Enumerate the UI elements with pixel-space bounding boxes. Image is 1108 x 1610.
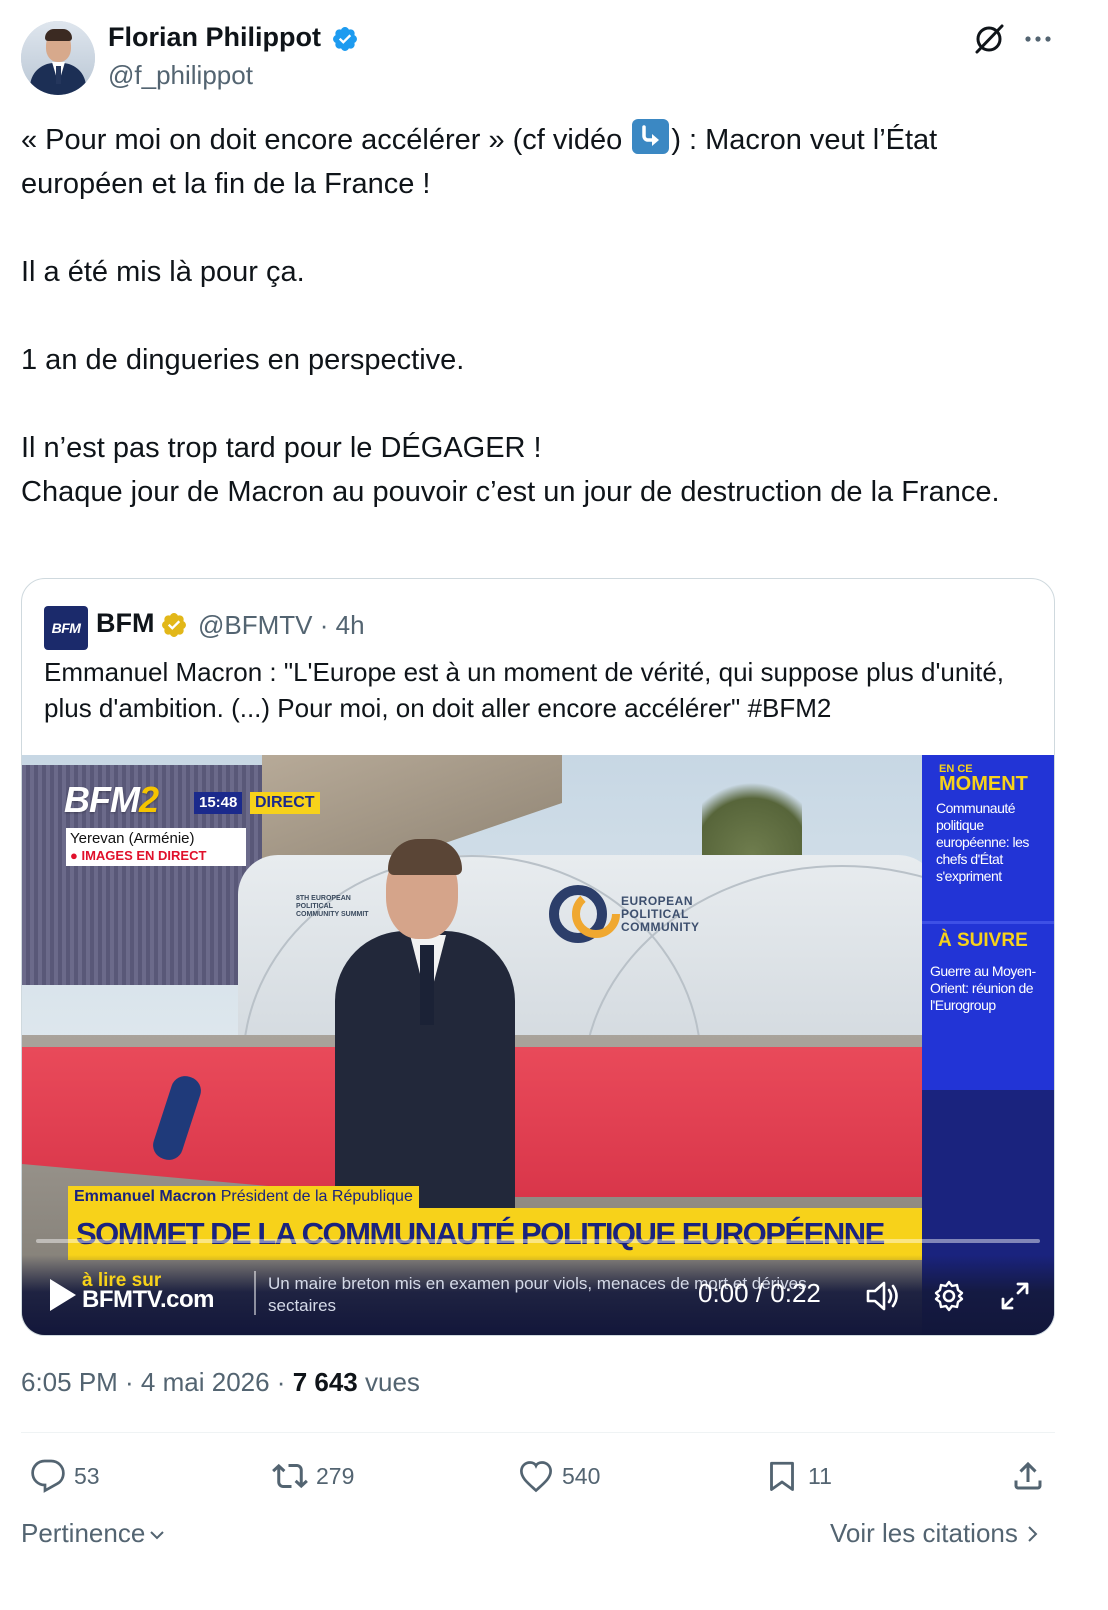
- bookmark-button[interactable]: 11: [764, 1456, 832, 1496]
- play-icon[interactable]: [46, 1275, 80, 1315]
- ticker-source-big: BFMTV.com: [82, 1286, 214, 1313]
- bfm-logo-number: 2: [138, 779, 159, 820]
- quoted-text: Emmanuel Macron : "L'Europe est à un mom…: [44, 657, 1005, 723]
- tweet-line: Il n’est pas trop tard pour le DÉGAGER !: [21, 432, 542, 464]
- wall-logo-text: EUROPEAN POLITICAL COMMUNITY: [621, 894, 700, 934]
- views-count: 7 643: [292, 1367, 358, 1397]
- reply-icon: [31, 1459, 65, 1493]
- video-progress-bar[interactable]: [36, 1239, 1040, 1243]
- panel-now-title: MOMENT: [939, 773, 1028, 795]
- panel-next-title: À SUIVRE: [938, 930, 1028, 951]
- heart-icon: [520, 1461, 552, 1493]
- fullscreen-icon[interactable]: [998, 1279, 1032, 1313]
- tweet-line: [21, 294, 1061, 338]
- share-icon: [1014, 1461, 1042, 1490]
- tweet-line: [21, 206, 1061, 250]
- tweet-line: Chaque jour de Macron au pouvoir c’est u…: [21, 476, 1000, 508]
- bookmark-count: 11: [808, 1462, 832, 1489]
- ticker-separator: [254, 1271, 256, 1315]
- tweet-line: « Pour moi on doit encore accélérer » (c…: [21, 118, 1061, 206]
- panel-now-text: Communauté politique européenne: les che…: [936, 800, 1029, 884]
- sort-dropdown[interactable]: Pertinence: [21, 1518, 167, 1549]
- side-panel: EN CE MOMENT Communauté politique europé…: [922, 755, 1054, 1090]
- tweet-timestamp[interactable]: 6:05 PM · 4 mai 2026 ·: [21, 1367, 293, 1397]
- quoted-avatar[interactable]: BFM: [44, 606, 88, 650]
- bfm2-logo: BFM2: [64, 779, 159, 821]
- divider: [21, 1432, 1055, 1433]
- tweet-line: [21, 382, 1061, 426]
- volume-icon[interactable]: [864, 1279, 900, 1313]
- tweet-line: 1 an de dingueries en perspective.: [21, 344, 465, 376]
- bfm-logo-text: BFM: [64, 779, 140, 820]
- location-text: Yerevan (Arménie): [70, 830, 195, 847]
- epc-logo-icon: [549, 885, 620, 943]
- location-label: Yerevan (Arménie) ● IMAGES EN DIRECT: [66, 828, 246, 866]
- chevron-down-icon: [150, 1531, 165, 1540]
- arrow-down-right-emoji-icon: [632, 119, 670, 154]
- direct-badge: DIRECT: [250, 792, 320, 814]
- like-count: 540: [562, 1462, 601, 1489]
- panel-next-text: Guerre au Moyen-Orient: réunion de l'Eur…: [930, 963, 1036, 1013]
- speaker-strap: Emmanuel Macron Président de la Républiq…: [68, 1186, 419, 1208]
- chevron-right-icon: [1028, 1526, 1038, 1542]
- video-time: 0:00 / 0:22: [698, 1278, 821, 1308]
- author-name[interactable]: Florian Philippot: [108, 22, 321, 53]
- reply-count: 53: [74, 1462, 100, 1489]
- tweet-text: « Pour moi on doit encore accélérer » (c…: [21, 118, 1061, 514]
- speaker-tie: [420, 945, 434, 1025]
- share-button[interactable]: [1010, 1456, 1046, 1496]
- like-button[interactable]: 540: [518, 1456, 600, 1496]
- verified-badge-icon: [333, 27, 357, 51]
- tweet-text-segment: « Pour moi on doit encore accélérer » (c…: [21, 124, 631, 156]
- ticker-source: à lire sur BFMTV.com: [82, 1271, 214, 1313]
- gold-verified-badge-icon: [162, 613, 186, 637]
- bookmark-icon: [770, 1461, 794, 1491]
- repost-button[interactable]: 279: [272, 1456, 354, 1496]
- repost-icon: [272, 1463, 308, 1489]
- settings-gear-icon[interactable]: [932, 1279, 966, 1313]
- sort-label: Pertinence: [21, 1518, 146, 1548]
- wall-summit-text: 8TH EUROPEAN POLITICAL COMMUNITY SUMMIT: [296, 895, 369, 918]
- views-label: vues: [357, 1367, 420, 1397]
- repost-count: 279: [316, 1462, 355, 1489]
- panel-divider: [922, 921, 1054, 924]
- reply-button[interactable]: 53: [30, 1456, 100, 1496]
- broadcast-clock: 15:48: [194, 792, 243, 814]
- live-images-label: ● IMAGES EN DIRECT: [70, 848, 207, 863]
- video-player[interactable]: 8TH EUROPEAN POLITICAL COMMUNITY SUMMIT …: [22, 755, 1054, 1335]
- author-avatar[interactable]: [21, 21, 95, 95]
- view-quotes-link[interactable]: Voir les citations: [830, 1518, 1042, 1549]
- more-options-icon[interactable]: [1022, 24, 1054, 54]
- tweet-meta: 6:05 PM · 4 mai 2026 · 7 643 vues: [21, 1367, 420, 1398]
- speaker-name: Emmanuel Macron: [74, 1188, 217, 1205]
- quoted-author-name[interactable]: BFM: [96, 608, 154, 639]
- quoted-handle-time[interactable]: @BFMTV · 4h: [198, 610, 365, 641]
- author-handle[interactable]: @f_philippot: [108, 60, 253, 91]
- tweet-line: Il a été mis là pour ça.: [21, 256, 305, 288]
- view-quotes-label: Voir les citations: [830, 1518, 1018, 1548]
- speaker-title: Président de la République: [220, 1188, 413, 1205]
- broadcast-headline: SOMMET DE LA COMMUNAUTÉ POLITIQUE EUROPÉ…: [68, 1208, 922, 1260]
- quoted-tweet[interactable]: BFM BFM @BFMTV · 4h Emmanuel Macron : "L…: [21, 578, 1055, 1336]
- grok-icon[interactable]: [972, 22, 1006, 56]
